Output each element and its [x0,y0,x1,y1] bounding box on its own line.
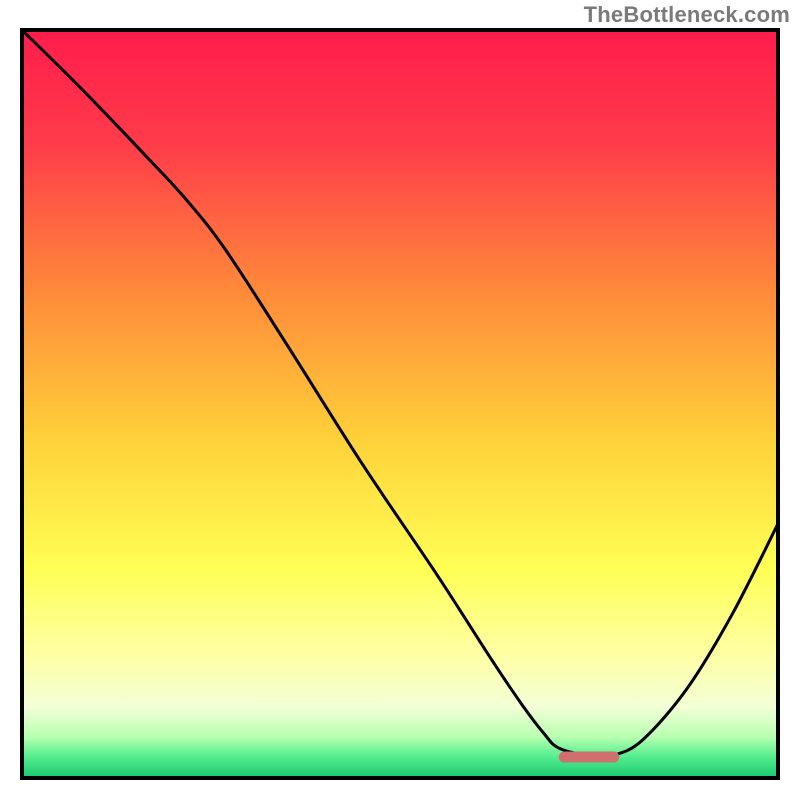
watermark-text: TheBottleneck.com [584,2,790,28]
gradient-background [22,30,778,778]
chart-container: TheBottleneck.com [0,0,800,800]
bottleneck-chart [0,0,800,800]
optimal-marker [559,752,619,763]
